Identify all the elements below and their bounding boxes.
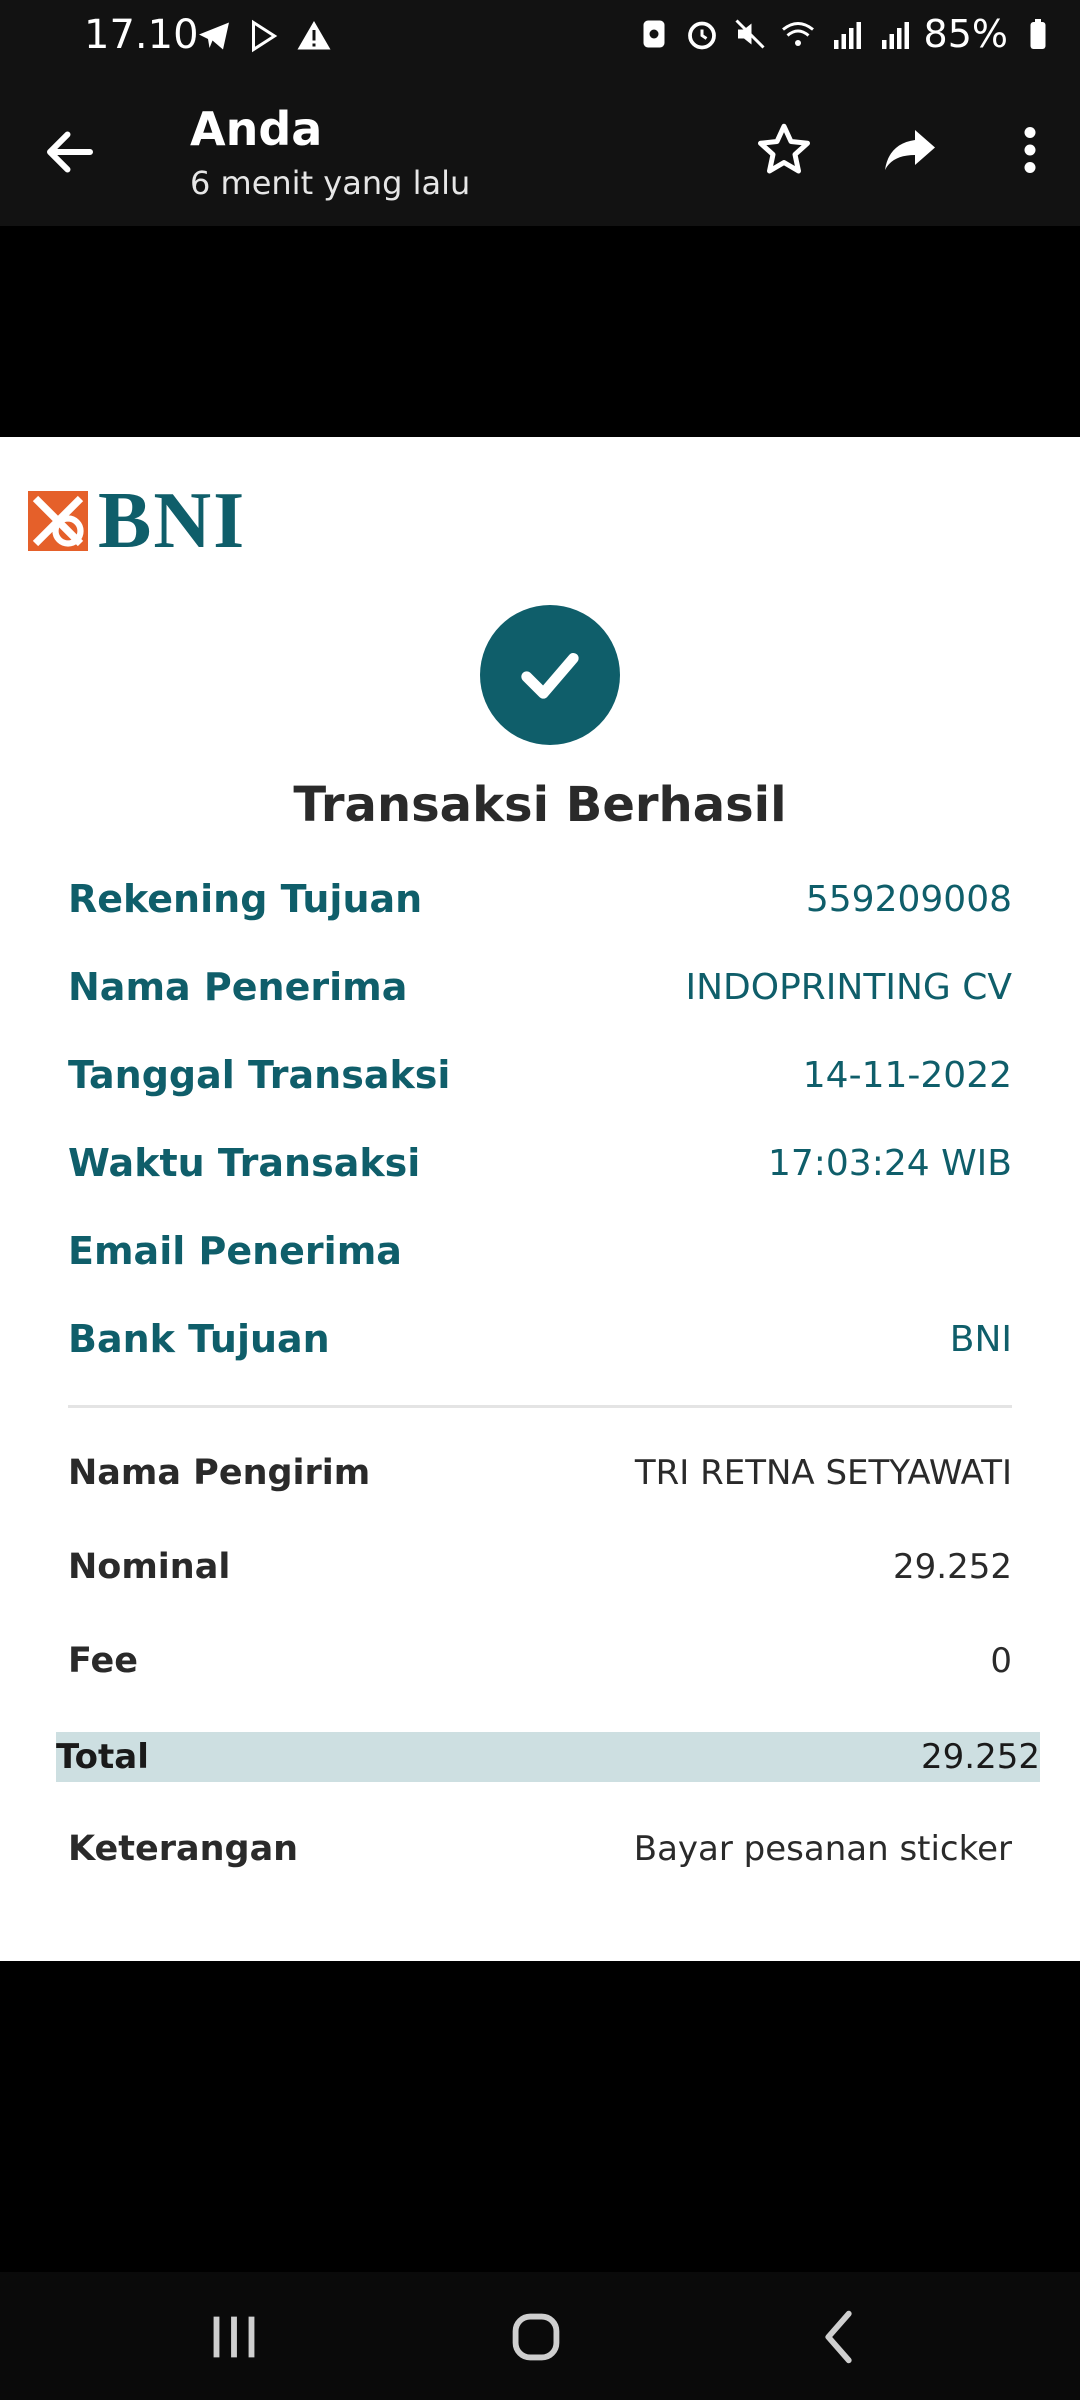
field-label: Nama Penerima [68, 965, 408, 1009]
lock-icon [643, 20, 665, 48]
app-bar: Anda 6 menit yang lalu [0, 76, 1080, 226]
signal-icon-2 [881, 22, 909, 49]
field-email-penerima: Email Penerima [68, 1229, 1012, 1273]
bni-logo: BNI [28, 481, 246, 561]
signal-icon [833, 22, 861, 49]
field-label: Rekening Tujuan [68, 877, 423, 921]
receipt-title: Transaksi Berhasil [293, 777, 787, 833]
field-bank-tujuan: Bank Tujuan BNI [68, 1317, 1012, 1361]
field-label: Email Penerima [68, 1229, 402, 1273]
total-label: Total [56, 1737, 149, 1777]
alarm-icon [687, 21, 716, 50]
field-tanggal-transaksi: Tanggal Transaksi 14-11-2022 [68, 1053, 1012, 1097]
bni-logo-mark [28, 491, 88, 551]
battery-percent: 85% [923, 12, 1008, 56]
sender-name: Anda [190, 102, 323, 156]
detail-fee: Fee 0 [68, 1641, 1012, 1681]
title-block: Anda 6 menit yang lalu [190, 102, 470, 202]
note-value: Bayar pesanan sticker [633, 1829, 1012, 1869]
total-value: 29.252 [921, 1737, 1040, 1777]
notification-icons [196, 18, 332, 54]
mute-icon [734, 19, 765, 49]
star-icon[interactable] [754, 120, 814, 180]
field-value: 559209008 [805, 878, 1012, 920]
detail-label: Nama Pengirim [68, 1453, 371, 1493]
detail-nominal: Nominal 29.252 [68, 1547, 1012, 1587]
field-label: Tanggal Transaksi [68, 1053, 451, 1097]
detail-value: 29.252 [893, 1547, 1012, 1587]
warning-icon [297, 21, 331, 50]
field-value: 14-11-2022 [802, 1054, 1012, 1096]
field-label: Waktu Transaksi [68, 1141, 421, 1185]
detail-keterangan: Keterangan Bayar pesanan sticker [68, 1829, 1012, 1869]
field-value: INDOPRINTING CV [685, 966, 1012, 1008]
field-waktu-transaksi: Waktu Transaksi 17:03:24 WIB [68, 1141, 1012, 1185]
detail-label: Fee [68, 1641, 138, 1681]
bni-logo-text: BNI [98, 477, 247, 565]
field-value: 17:03:24 WIB [767, 1142, 1012, 1184]
status-time: 17.10 [84, 12, 199, 58]
detail-nama-pengirim: Nama Pengirim TRI RETNA SETYAWATI [68, 1453, 1012, 1493]
field-value: BNI [949, 1318, 1012, 1360]
telegram-icon [199, 22, 229, 50]
status-bar: 17.10 85% [0, 0, 1080, 76]
sent-time: 6 menit yang lalu [190, 164, 471, 202]
share-forward-icon[interactable] [880, 120, 940, 180]
detail-value: 0 [990, 1641, 1012, 1681]
note-label: Keterangan [68, 1829, 299, 1869]
success-check-icon [480, 605, 620, 745]
back-arrow-icon[interactable] [40, 122, 100, 182]
detail-value: TRI RETNA SETYAWATI [634, 1453, 1012, 1493]
home-icon[interactable] [496, 2302, 576, 2372]
more-vert-icon[interactable] [1000, 120, 1060, 180]
field-nama-penerima: Nama Penerima INDOPRINTING CV [68, 965, 1012, 1009]
checkmark-icon [521, 653, 579, 699]
field-rekening-tujuan: Rekening Tujuan 559209008 [68, 877, 1012, 921]
system-nav-bar [0, 2272, 1080, 2400]
system-icons: 85% [636, 12, 1056, 56]
recents-icon[interactable] [194, 2302, 274, 2372]
field-label: Bank Tujuan [68, 1317, 330, 1361]
transfer-receipt: BNI Transaksi Berhasil Rekening Tujuan 5… [0, 437, 1080, 1961]
play-store-icon [252, 19, 278, 53]
nav-back-icon[interactable] [800, 2302, 880, 2372]
wifi-icon [781, 22, 814, 46]
divider [68, 1405, 1012, 1408]
detail-label: Nominal [68, 1547, 231, 1587]
battery-icon [1030, 19, 1046, 49]
total-row: Total 29.252 [56, 1732, 1040, 1782]
